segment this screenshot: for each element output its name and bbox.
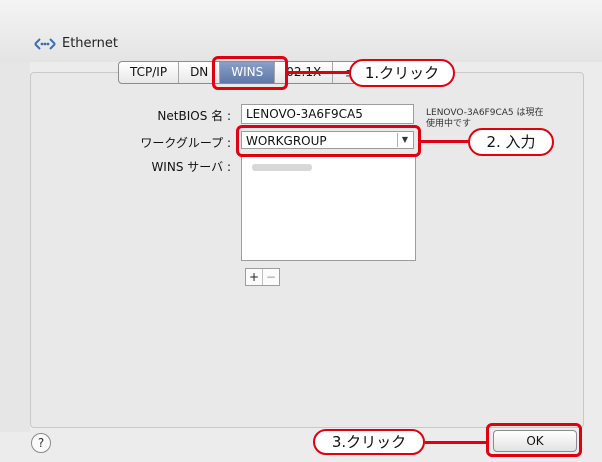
callout-step2: 2. 入力 (468, 128, 554, 156)
netbios-name-field[interactable]: LENOVO-3A6F9CA5 (241, 104, 414, 124)
highlight-wins-tab (212, 56, 288, 90)
remove-server-button[interactable]: − (263, 269, 279, 285)
help-icon[interactable]: ? (31, 433, 51, 453)
highlight-ok-button (486, 423, 582, 457)
callout-connector (425, 441, 487, 444)
title-bar: Ethernet (0, 0, 602, 62)
add-server-button[interactable]: + (246, 269, 263, 285)
ethernet-icon (34, 38, 56, 50)
wins-server-list[interactable] (241, 155, 416, 261)
netbios-name-label: NetBIOS 名 : (157, 109, 231, 123)
callout-step1: 1.クリック (349, 59, 455, 87)
workgroup-label: ワークグループ : (140, 136, 231, 150)
highlight-workgroup-field (236, 125, 421, 157)
wins-server-label: WINS サーバ : (151, 160, 231, 174)
list-item[interactable] (252, 164, 312, 171)
callout-connector (421, 140, 469, 143)
callout-step3: 3.クリック (313, 429, 425, 455)
window-title: Ethernet (62, 36, 118, 51)
tab-tcpip[interactable]: TCP/IP (119, 62, 180, 83)
add-remove-control: + − (245, 268, 280, 286)
callout-connector (288, 71, 350, 74)
netbios-in-use-note: LENOVO-3A6F9CA5 は現在使用中です (426, 108, 544, 129)
background-sidebar (0, 62, 30, 432)
